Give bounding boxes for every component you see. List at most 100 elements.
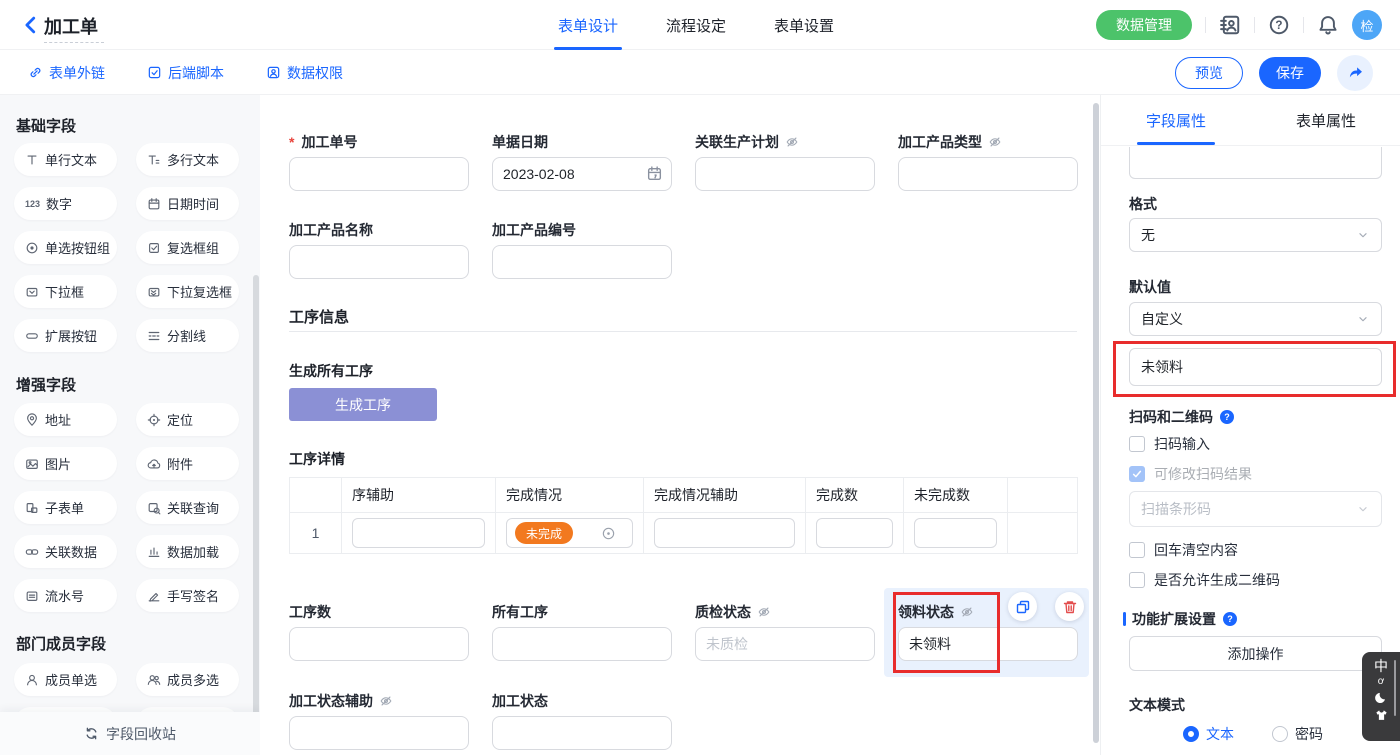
all-processes-input[interactable] xyxy=(492,627,672,661)
completion-aux-input[interactable] xyxy=(654,518,795,548)
checkbox-box[interactable] xyxy=(1129,572,1145,588)
field-type-extend-button[interactable]: 扩展按钮 xyxy=(14,319,117,352)
row-index: 1 xyxy=(290,513,342,554)
panel-top-input[interactable] xyxy=(1129,147,1382,179)
field-process-status[interactable]: 加工状态 xyxy=(492,691,672,750)
generate-process-button[interactable]: 生成工序 xyxy=(289,388,437,421)
section-title-enhanced-fields: 增强字段 xyxy=(16,374,76,395)
multi-select-icon xyxy=(147,285,161,299)
main-tabs: 表单设计 流程设定 表单设置 xyxy=(558,0,834,50)
tab-field-properties[interactable]: 字段属性 xyxy=(1101,95,1251,145)
checkbox-enter-clear[interactable]: 回车清空内容 xyxy=(1129,540,1238,560)
process-product-type-input[interactable] xyxy=(898,157,1078,191)
field-type-select[interactable]: 下拉框 xyxy=(14,275,117,308)
dark-mode-moon-icon[interactable] xyxy=(1374,690,1389,705)
field-process-count[interactable]: 工序数 xyxy=(289,602,469,661)
tab-flow-setting[interactable]: 流程设定 xyxy=(666,0,726,50)
field-document-date[interactable]: 单据日期 xyxy=(492,132,672,191)
field-process-product-type[interactable]: 加工产品类型 xyxy=(898,132,1078,191)
process-count-input[interactable] xyxy=(289,627,469,661)
field-type-linked-query[interactable]: 关联查询 xyxy=(136,491,239,524)
default-value-input[interactable] xyxy=(1129,348,1382,386)
field-type-image[interactable]: 图片 xyxy=(14,447,117,480)
field-type-datetime[interactable]: 日期时间 xyxy=(136,187,239,220)
field-linked-production-plan[interactable]: 关联生产计划 xyxy=(695,132,875,191)
field-process-status-aux[interactable]: 加工状态辅助 xyxy=(289,691,469,750)
field-type-single-line-text[interactable]: 单行文本 xyxy=(14,143,117,176)
checkbox-box[interactable] xyxy=(1129,436,1145,452)
data-permission-button[interactable]: 数据权限 xyxy=(266,50,343,95)
field-type-number[interactable]: 123 数字 xyxy=(14,187,117,220)
completed-count-input[interactable] xyxy=(816,518,893,548)
process-status-input[interactable] xyxy=(492,716,672,750)
data-load-icon xyxy=(147,545,161,559)
material-pick-status-input[interactable] xyxy=(898,627,1078,661)
external-link-button[interactable]: 表单外链 xyxy=(28,50,105,95)
data-manage-button[interactable]: 数据管理 xyxy=(1096,10,1192,40)
radio-password[interactable]: 密码 xyxy=(1272,724,1323,744)
process-product-code-input[interactable] xyxy=(492,245,672,279)
backend-script-button[interactable]: 后端脚本 xyxy=(147,50,224,95)
back-button[interactable] xyxy=(20,14,42,36)
field-type-checkbox-group[interactable]: 复选框组 xyxy=(136,231,239,264)
document-date-input[interactable] xyxy=(492,157,672,191)
uncompleted-count-input[interactable] xyxy=(914,518,997,548)
save-button[interactable]: 保存 xyxy=(1259,57,1321,89)
field-type-address[interactable]: 地址 xyxy=(14,403,117,436)
field-type-data-load[interactable]: 数据加载 xyxy=(136,535,239,568)
field-all-processes[interactable]: 所有工序 xyxy=(492,602,672,661)
checkbox-scan-input[interactable]: 扫码输入 xyxy=(1129,434,1210,454)
field-type-divider[interactable]: 分割线 xyxy=(136,319,239,352)
format-select[interactable]: 无 xyxy=(1129,218,1382,252)
tab-form-setting[interactable]: 表单设置 xyxy=(774,0,834,50)
canvas-scrollbar[interactable] xyxy=(1093,103,1099,743)
field-type-linked-data[interactable]: 关联数据 xyxy=(14,535,117,568)
language-toggle[interactable]: 中 xyxy=(1374,658,1388,674)
radio-circle-selected[interactable] xyxy=(1183,726,1199,742)
help-icon[interactable]: ? xyxy=(1268,14,1290,36)
xu-fuzhu-input[interactable] xyxy=(352,518,485,548)
small-toggle[interactable]: ơ xyxy=(1378,677,1385,687)
chevron-down-icon xyxy=(1356,312,1370,326)
share-button[interactable] xyxy=(1337,55,1373,91)
field-type-multi-select[interactable]: 下拉复选框 xyxy=(136,275,239,308)
checkbox-box[interactable] xyxy=(1129,542,1145,558)
field-process-order-no[interactable]: *加工单号 xyxy=(289,132,469,191)
field-type-member-multi[interactable]: 成员多选 xyxy=(136,663,239,696)
field-type-attachment[interactable]: 附件 xyxy=(136,447,239,480)
sidebar-scrollbar[interactable] xyxy=(253,275,259,735)
linked-production-plan-input[interactable] xyxy=(695,157,875,191)
theme-shirt-icon[interactable] xyxy=(1374,708,1389,723)
user-avatar[interactable]: 检 xyxy=(1352,10,1382,40)
completion-status-input[interactable]: 未完成 xyxy=(506,518,633,548)
default-type-select[interactable]: 自定义 xyxy=(1129,302,1382,336)
preview-button[interactable]: 预览 xyxy=(1175,57,1243,89)
tab-form-design[interactable]: 表单设计 xyxy=(558,0,618,50)
field-type-subform[interactable]: 子表单 xyxy=(14,491,117,524)
add-action-button[interactable]: 添加操作 xyxy=(1129,636,1382,671)
tab-form-properties[interactable]: 表单属性 xyxy=(1251,95,1400,145)
contact-book-icon[interactable] xyxy=(1219,14,1241,36)
floating-tool-widget[interactable]: 中 ơ xyxy=(1362,652,1400,741)
process-product-name-input[interactable] xyxy=(289,245,469,279)
field-type-radio-group[interactable]: 单选按钮组 xyxy=(14,231,117,264)
scan-mode-select-disabled: 扫描条形码 xyxy=(1129,491,1382,527)
field-type-signature[interactable]: 手写签名 xyxy=(136,579,239,612)
field-material-pick-status[interactable]: 领料状态 xyxy=(898,602,1078,661)
field-type-multi-line-text[interactable]: 多行文本 xyxy=(136,143,239,176)
checkbox-allow-qrcode[interactable]: 是否允许生成二维码 xyxy=(1129,570,1280,590)
field-process-product-name[interactable]: 加工产品名称 xyxy=(289,220,469,279)
radio-text[interactable]: 文本 xyxy=(1183,724,1234,744)
field-recycle-bin[interactable]: 字段回收站 xyxy=(0,712,260,755)
process-order-no-input[interactable] xyxy=(289,157,469,191)
field-type-locate[interactable]: 定位 xyxy=(136,403,239,436)
radio-circle[interactable] xyxy=(1272,726,1288,742)
field-process-product-code[interactable]: 加工产品编号 xyxy=(492,220,672,279)
process-status-aux-input[interactable] xyxy=(289,716,469,750)
quality-check-status-input[interactable] xyxy=(695,627,875,661)
col-header-blank-end xyxy=(1008,478,1078,513)
field-type-member-single[interactable]: 成员单选 xyxy=(14,663,117,696)
field-type-serial-number[interactable]: 流水号 xyxy=(14,579,117,612)
notification-bell-icon[interactable] xyxy=(1317,14,1339,36)
field-quality-check-status[interactable]: 质检状态 xyxy=(695,602,875,661)
